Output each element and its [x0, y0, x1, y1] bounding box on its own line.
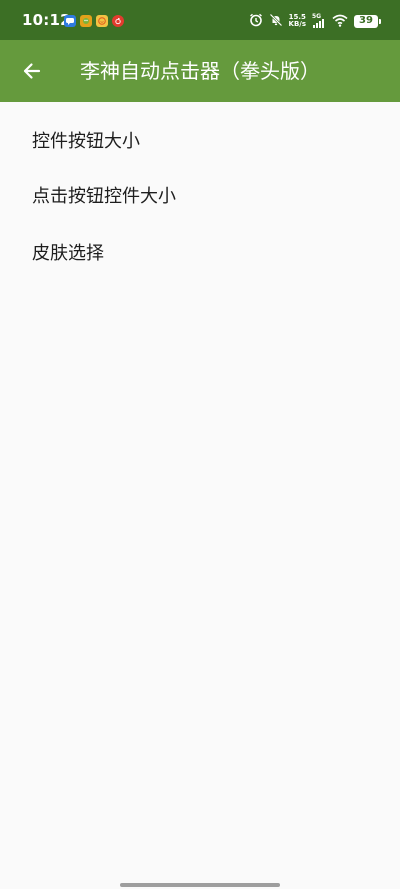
list-item-label: 点击按钮控件大小 — [32, 185, 176, 207]
network-speed: 15.5 KB/s — [289, 14, 306, 28]
list-item-click-button-size[interactable]: 点击按钮控件大小 — [0, 166, 400, 223]
status-bar: 10:12 15.5 KB/s 5G 39 — [0, 0, 400, 40]
list-item-label: 控件按钮大小 — [32, 131, 140, 152]
app-bar: 李神自动点击器（拳头版） — [0, 40, 400, 102]
battery-level: 39 — [359, 15, 373, 26]
battery-icon: 39 — [354, 14, 381, 28]
list-item-control-button-size[interactable]: 控件按钮大小 — [0, 102, 400, 166]
game-app-icon — [80, 15, 92, 27]
status-right-group: 15.5 KB/s 5G 39 — [249, 12, 381, 31]
notification-icons — [64, 15, 124, 27]
list-item-label: 皮肤选择 — [32, 242, 104, 264]
mute-bell-icon — [269, 12, 283, 31]
network-speed-unit: KB/s — [288, 20, 306, 28]
back-button[interactable] — [16, 55, 48, 87]
chat-app-icon — [64, 15, 76, 27]
page-title: 李神自动点击器（拳头版） — [80, 59, 320, 83]
wifi-icon — [332, 12, 348, 31]
settings-list: 控件按钮大小 点击按钮控件大小 皮肤选择 — [0, 102, 400, 280]
cellular-signal-icon: 5G — [312, 13, 326, 28]
list-item-skin-select[interactable]: 皮肤选择 — [0, 223, 400, 280]
arrow-left-icon — [23, 63, 41, 79]
alarm-icon — [249, 12, 263, 31]
smile-app-icon — [96, 15, 108, 27]
netease-music-icon — [112, 15, 124, 27]
home-indicator[interactable] — [120, 883, 280, 887]
